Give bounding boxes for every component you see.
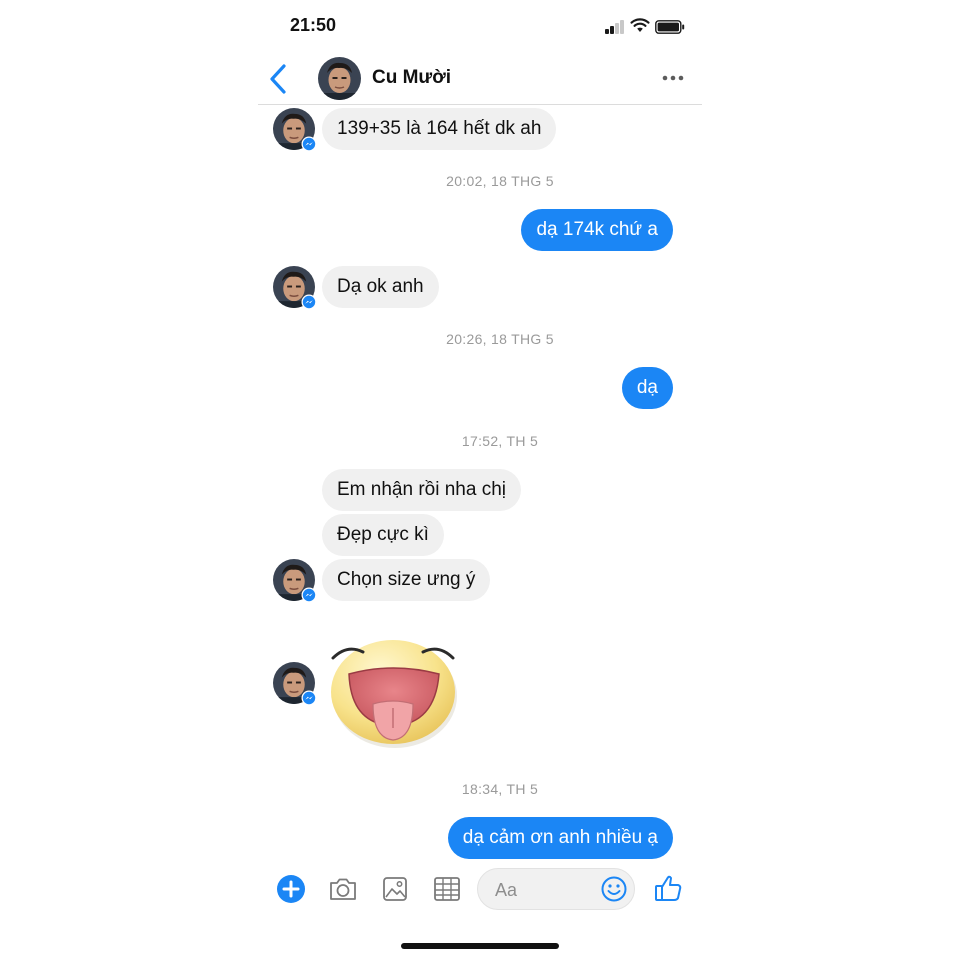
incoming-message[interactable]: Đẹp cực kì — [322, 514, 444, 556]
home-indicator[interactable] — [401, 943, 559, 949]
image-icon[interactable] — [379, 873, 411, 905]
thumbs-up-icon[interactable] — [652, 872, 684, 904]
signal-icon — [605, 19, 627, 34]
incoming-message[interactable]: Dạ ok anh — [322, 266, 439, 308]
messenger-badge-icon — [301, 294, 317, 310]
incoming-message[interactable]: Em nhận rồi nha chị — [322, 469, 521, 511]
tongue-out-emoji-sticker[interactable] — [325, 628, 463, 750]
smiley-icon[interactable] — [600, 875, 628, 903]
contact-avatar[interactable] — [318, 57, 361, 100]
grid-icon[interactable] — [431, 873, 463, 905]
messenger-badge-icon — [301, 690, 317, 706]
avatar[interactable] — [273, 266, 317, 310]
incoming-message[interactable]: 139+35 là 164 hết dk ah — [322, 108, 557, 150]
timestamp: 20:26, 18 THG 5 — [446, 331, 554, 347]
chevron-left-icon[interactable] — [264, 62, 294, 96]
message-input[interactable]: Aa — [477, 868, 635, 910]
avatar[interactable] — [273, 108, 317, 152]
more-dots-icon[interactable] — [660, 70, 686, 86]
avatar[interactable] — [273, 559, 317, 603]
avatar[interactable] — [273, 662, 317, 706]
plus-icon[interactable] — [275, 873, 307, 905]
outgoing-message[interactable]: dạ — [621, 367, 673, 409]
timestamp: 20:02, 18 THG 5 — [446, 173, 554, 189]
camera-icon[interactable] — [327, 873, 359, 905]
timestamp: 18:34, TH 5 — [461, 781, 539, 797]
incoming-message[interactable]: Chọn size ưng ý — [322, 559, 491, 601]
battery-icon — [655, 20, 685, 34]
messenger-badge-icon — [301, 136, 317, 152]
messenger-badge-icon — [301, 587, 317, 603]
timestamp: 17:52, TH 5 — [461, 433, 539, 449]
message-input-placeholder: Aa — [495, 880, 518, 900]
contact-name[interactable]: Cu Mười — [372, 67, 451, 89]
wifi-icon — [630, 18, 650, 32]
outgoing-message[interactable]: dạ 174k chứ a — [521, 209, 673, 251]
outgoing-message[interactable]: dạ cảm ơn anh nhiều ạ — [447, 817, 673, 859]
status-time: 21:50 — [290, 15, 337, 35]
